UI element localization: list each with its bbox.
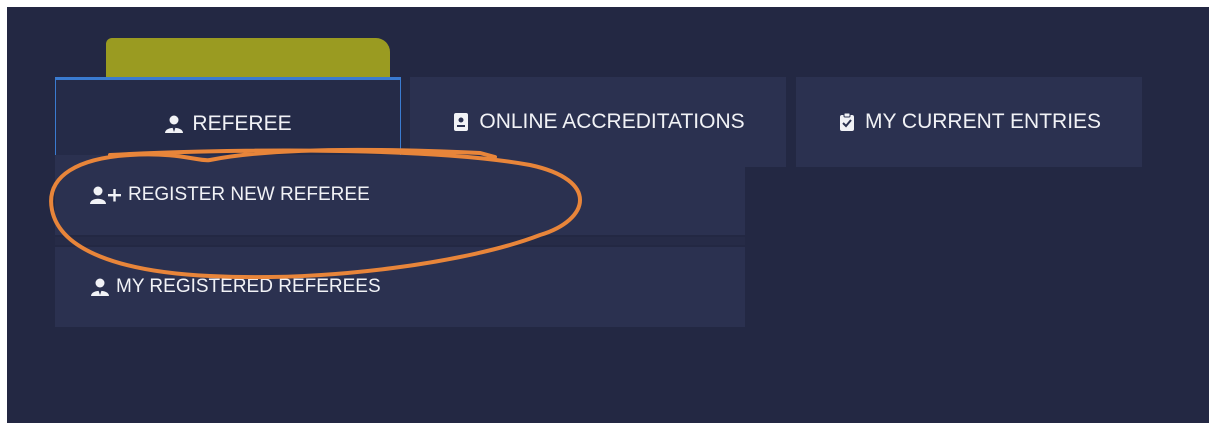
tab-referee-label: REFEREE [192,111,292,135]
user-icon [90,277,110,297]
id-card-icon [451,112,471,132]
user-plus-icon [90,185,122,205]
menu-item-register-new-referee[interactable]: REGISTER NEW REFEREE [55,155,745,235]
menu-divider [55,237,745,245]
menu-item-registered-label: MY REGISTERED REFEREES [116,276,381,297]
tab-my-current-entries-label: MY CURRENT ENTRIES [864,110,1102,133]
tab-my-current-entries[interactable]: MY CURRENT ENTRIES [796,77,1142,167]
tab-online-accreditations-label: ONLINE ACCREDITATIONS [479,110,745,133]
menu-item-my-registered-referees[interactable]: MY REGISTERED REFEREES [55,247,745,327]
user-icon [164,114,184,134]
clipboard-check-icon [837,112,857,132]
referee-dropdown-menu: REGISTER NEW REFEREE MY REGISTERED REFER… [55,155,745,337]
tab-referee[interactable]: REFEREE [55,77,401,167]
tab-online-accreditations[interactable]: ONLINE ACCREDITATIONS [410,77,786,167]
menu-item-register-label: REGISTER NEW REFEREE [128,184,370,205]
